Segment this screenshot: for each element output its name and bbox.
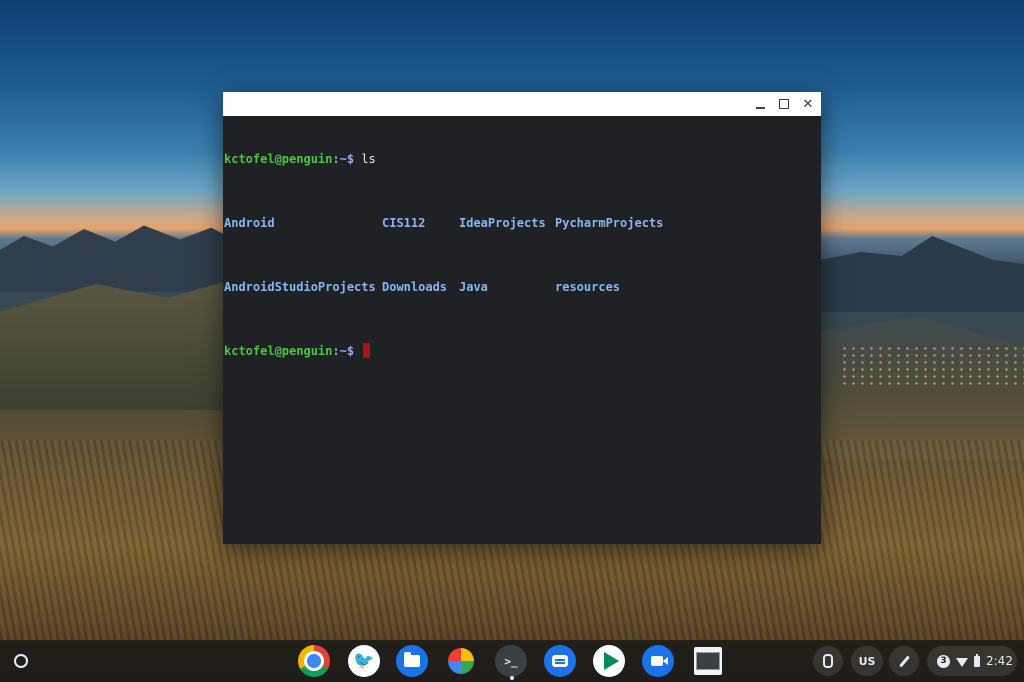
notification-count-badge: 3 (937, 654, 950, 668)
terminal-window[interactable]: ✕ kctofel@penguin:~$ ls Android CIS112 I… (223, 92, 821, 544)
dir-entry: Android (224, 216, 275, 230)
status-area-button[interactable]: 3 2:42 (927, 646, 1017, 676)
photos-app[interactable] (445, 645, 477, 677)
video-camera-icon (650, 656, 668, 666)
message-icon (552, 655, 568, 667)
files-app[interactable] (396, 645, 428, 677)
town-lights (840, 345, 1024, 385)
battery-icon (974, 653, 980, 667)
close-icon: ✕ (802, 96, 814, 112)
prompt-user: kctofel@penguin (224, 344, 333, 358)
text-cursor (363, 343, 371, 358)
terminal-output[interactable]: kctofel@penguin:~$ ls Android CIS112 Ide… (223, 116, 821, 544)
mountain-right (820, 236, 1024, 312)
window-thumbnail-app[interactable] (694, 647, 722, 675)
dir-entry: AndroidStudioProjects (224, 280, 376, 294)
clock: 2:42 (986, 654, 1013, 668)
duo-app[interactable] (642, 645, 674, 677)
desktop-wallpaper: ✕ kctofel@penguin:~$ ls Android CIS112 I… (0, 0, 1024, 682)
minimize-button[interactable] (748, 92, 772, 116)
twitter-bird-icon: 🐦 (353, 651, 375, 671)
launcher-button[interactable] (9, 649, 33, 673)
terminal-line-listing-1: Android CIS112 IdeaProjects PycharmProje… (224, 215, 821, 231)
prompt-path: :~$ (332, 152, 362, 166)
dir-entry: resources (555, 280, 621, 294)
terminal-line-command: kctofel@penguin:~$ ls (224, 151, 821, 167)
terminal-active-indicator (510, 676, 514, 680)
messages-app[interactable] (544, 645, 576, 677)
ime-menu-button[interactable]: US (851, 646, 883, 676)
ime-label: US (858, 654, 876, 668)
dir-entry: PycharmProjects (555, 216, 664, 230)
dir-entry: Downloads (382, 280, 448, 294)
play-store-icon (603, 652, 619, 670)
twitter-app[interactable]: 🐦 (348, 645, 380, 677)
stylus-tools-button[interactable] (889, 646, 919, 676)
dir-entry: CIS112 (382, 216, 426, 230)
close-button[interactable]: ✕ (796, 92, 820, 116)
minimize-icon (755, 107, 765, 109)
wifi-icon (956, 657, 968, 667)
dir-entry: Java (459, 280, 488, 294)
terminal-app[interactable]: >_ (495, 645, 527, 677)
play-store-app[interactable] (593, 645, 625, 677)
prompt-path: :~$ (332, 344, 362, 358)
mountain-left (0, 225, 240, 292)
command-text: ls (361, 152, 376, 166)
microphone-icon (823, 654, 833, 668)
chrome-app[interactable] (298, 645, 330, 677)
terminal-line-listing-2: AndroidStudioProjects Downloads Java res… (224, 279, 821, 295)
dir-entry: IdeaProjects (459, 216, 546, 230)
folder-icon (404, 652, 420, 667)
pinwheel-icon (448, 648, 474, 674)
terminal-icon: >_ (504, 654, 518, 668)
stylus-icon (898, 655, 910, 667)
chrome-icon (304, 651, 324, 671)
prompt-user: kctofel@penguin (224, 152, 333, 166)
maximize-button[interactable] (772, 92, 796, 116)
terminal-line-prompt: kctofel@penguin:~$ (224, 343, 821, 359)
assistant-mic-button[interactable] (813, 646, 843, 676)
window-icon (696, 652, 720, 670)
launcher-circle-icon (14, 654, 28, 668)
maximize-icon (779, 99, 789, 109)
window-titlebar[interactable]: ✕ (223, 92, 821, 116)
